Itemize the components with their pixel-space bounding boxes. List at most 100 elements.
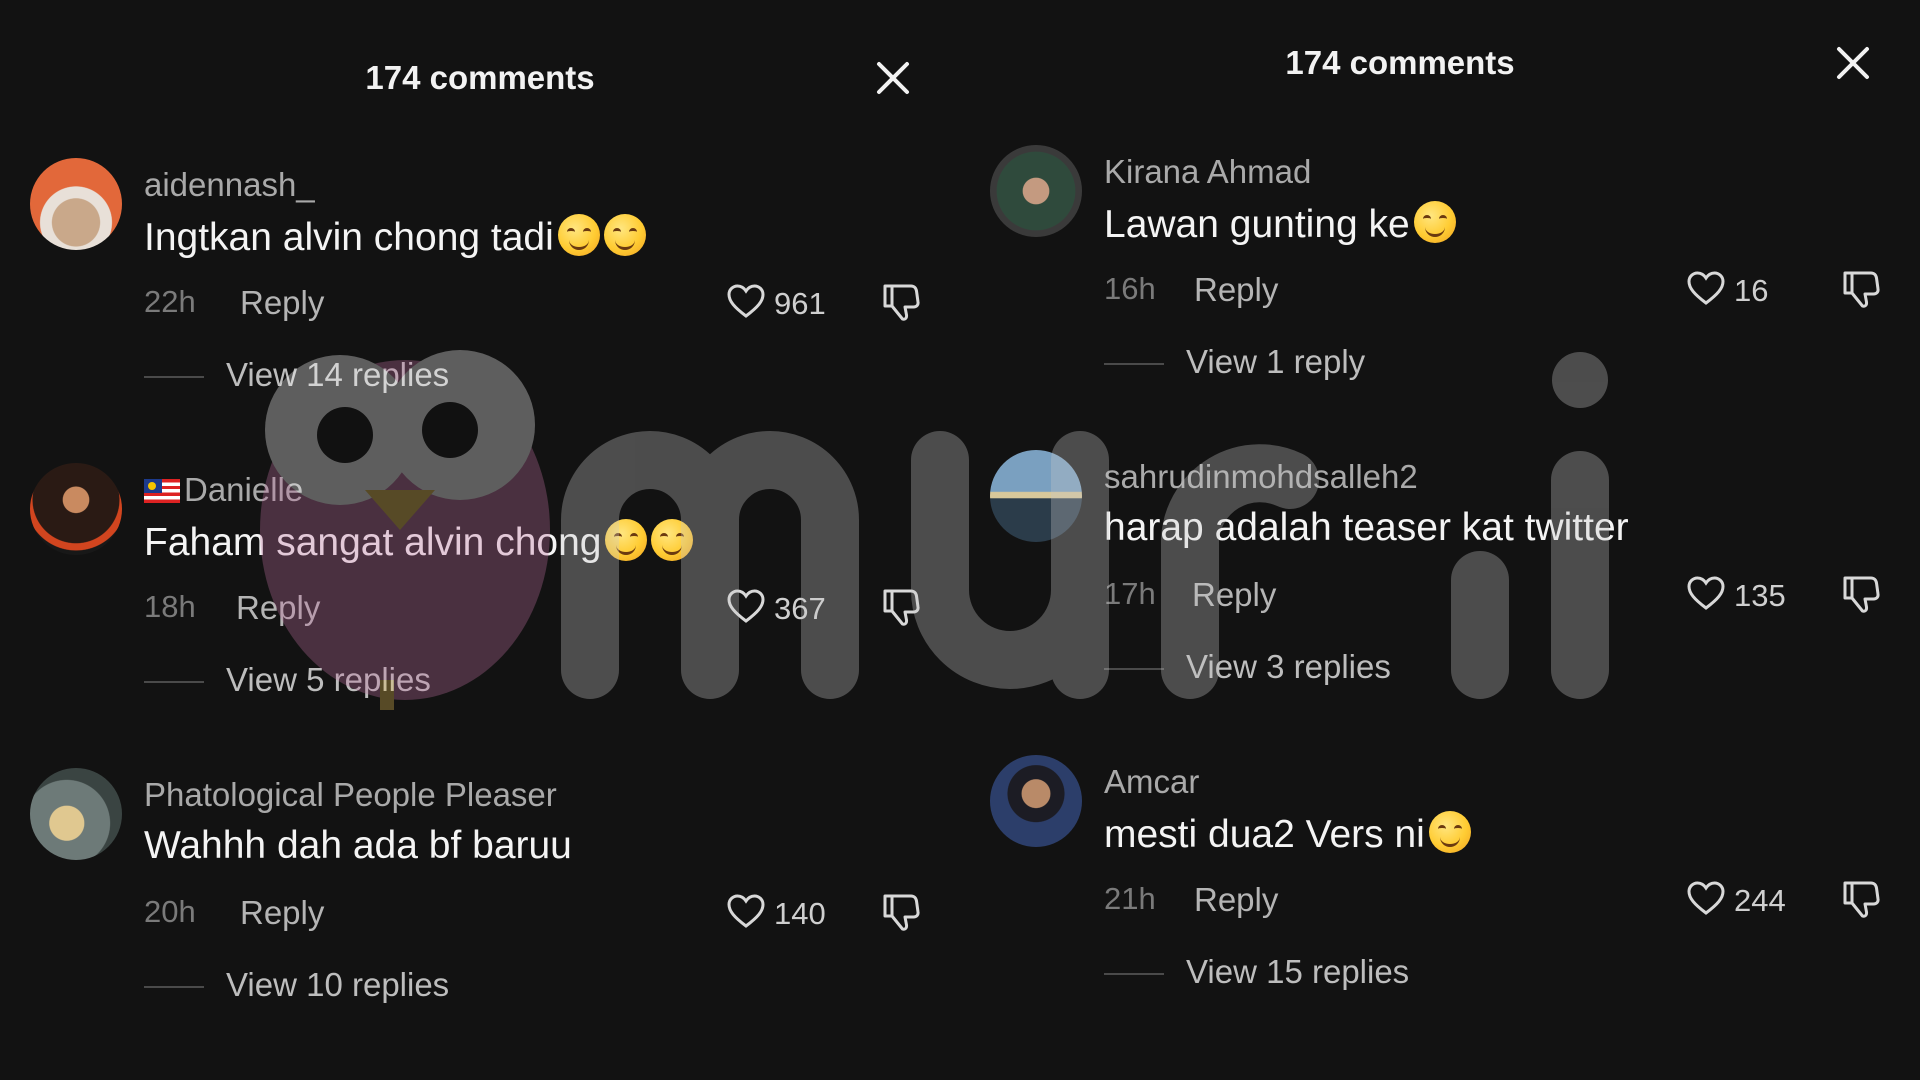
comments-header: 174 comments xyxy=(0,48,960,108)
replies-divider xyxy=(144,986,204,988)
comment-text: Wahhh dah ada bf baruu xyxy=(144,824,572,867)
comment-text: harap adalah teaser kat twitter xyxy=(1104,506,1629,549)
view-replies-label: View 5 replies xyxy=(226,661,431,698)
reply-button[interactable]: Reply xyxy=(236,589,320,627)
replies-divider xyxy=(1104,363,1164,365)
relieved-emoji xyxy=(1428,811,1471,853)
close-button[interactable] xyxy=(1833,43,1873,83)
smile-emoji xyxy=(605,519,648,561)
heart-icon xyxy=(727,589,765,623)
dislike-button[interactable] xyxy=(1840,267,1882,311)
comment-timestamp: 21h xyxy=(1104,881,1156,916)
comment-timestamp: 20h xyxy=(144,894,196,929)
thumbs-down-icon xyxy=(883,589,920,626)
comment-text: Faham sangat alvin chong xyxy=(144,519,694,565)
like-count: 140 xyxy=(774,896,826,931)
view-replies-button[interactable]: View 5 replies xyxy=(144,661,644,701)
replies-divider xyxy=(1104,973,1164,975)
reply-button[interactable]: Reply xyxy=(240,894,324,932)
heart-icon xyxy=(1687,576,1725,610)
comment-username[interactable]: aidennash_ xyxy=(144,166,315,204)
view-replies-label: View 15 replies xyxy=(1186,953,1410,990)
thumbs-down-icon xyxy=(883,284,920,321)
comment-username[interactable]: sahrudinmohdsalleh2 xyxy=(1104,458,1418,496)
like-button[interactable]: 244 xyxy=(1686,877,1796,921)
heart-icon xyxy=(727,284,765,318)
close-icon xyxy=(1837,47,1869,79)
view-replies-button[interactable]: View 14 replies xyxy=(144,356,644,396)
malaysia-flag-icon xyxy=(144,479,180,503)
comments-panel-left: 174 comments aidennash_ Ingtkan alvin ch… xyxy=(0,0,960,1080)
like-button[interactable]: 135 xyxy=(1686,572,1796,616)
rofl-emoji xyxy=(1413,201,1456,243)
view-replies-button[interactable]: View 10 replies xyxy=(144,966,644,1006)
like-button[interactable]: 16 xyxy=(1686,267,1796,311)
reply-button[interactable]: Reply xyxy=(240,284,324,322)
view-replies-button[interactable]: View 1 reply xyxy=(1104,343,1604,383)
comment-username[interactable]: Kirana Ahmad xyxy=(1104,153,1311,191)
comment-item: Phatological People Pleaser Wahhh dah ad… xyxy=(0,768,960,1038)
comment-timestamp: 18h xyxy=(144,589,196,624)
comment-item: Amcar mesti dua2 Vers ni 21h Reply 244 V… xyxy=(960,755,1920,1025)
dislike-button[interactable] xyxy=(880,890,922,934)
comment-meta: 22h Reply 961 xyxy=(144,280,934,324)
comment-timestamp: 22h xyxy=(144,284,196,319)
avatar[interactable] xyxy=(990,755,1082,847)
close-button[interactable] xyxy=(873,58,913,98)
thumbs-down-icon xyxy=(1843,271,1880,308)
reply-button[interactable]: Reply xyxy=(1192,576,1276,614)
avatar[interactable] xyxy=(30,158,122,250)
comment-meta: 21h Reply 244 xyxy=(1104,877,1894,921)
comment-username[interactable]: Danielle xyxy=(144,471,303,509)
comment-meta: 16h Reply 16 xyxy=(1104,267,1894,311)
joy-emoji xyxy=(557,214,600,256)
comment-text: Ingtkan alvin chong tadi xyxy=(144,214,646,260)
like-button[interactable]: 367 xyxy=(726,585,836,629)
comment-item: Kirana Ahmad Lawan gunting ke 16h Reply … xyxy=(960,145,1920,415)
view-replies-label: View 1 reply xyxy=(1186,343,1366,380)
avatar[interactable] xyxy=(30,463,122,555)
dislike-button[interactable] xyxy=(1840,572,1882,616)
dislike-button[interactable] xyxy=(1840,877,1882,921)
joy-emoji xyxy=(603,214,646,256)
view-replies-button[interactable]: View 15 replies xyxy=(1104,953,1604,993)
heart-icon xyxy=(727,894,765,928)
thumbs-down-icon xyxy=(1843,881,1880,918)
comment-meta: 20h Reply 140 xyxy=(144,890,934,934)
like-count: 244 xyxy=(1734,883,1786,918)
reply-button[interactable]: Reply xyxy=(1194,271,1278,309)
comment-timestamp: 17h xyxy=(1104,576,1156,611)
avatar[interactable] xyxy=(990,450,1082,542)
close-icon xyxy=(877,62,909,94)
comments-count-title: 174 comments xyxy=(1285,44,1515,81)
heart-icon xyxy=(1687,881,1725,915)
like-count: 367 xyxy=(774,591,826,626)
like-count: 961 xyxy=(774,286,826,321)
comment-item: Danielle Faham sangat alvin chong 18h Re… xyxy=(0,463,960,733)
comment-text: mesti dua2 Vers ni xyxy=(1104,811,1471,857)
comments-panel-right: 174 comments Kirana Ahmad Lawan gunting … xyxy=(960,0,1920,1080)
comments-header: 174 comments xyxy=(960,33,1920,93)
dislike-button[interactable] xyxy=(880,280,922,324)
avatar[interactable] xyxy=(30,768,122,860)
comment-username[interactable]: Amcar xyxy=(1104,763,1199,801)
dislike-button[interactable] xyxy=(880,585,922,629)
replies-divider xyxy=(144,376,204,378)
replies-divider xyxy=(144,681,204,683)
like-count: 135 xyxy=(1734,578,1786,613)
reply-button[interactable]: Reply xyxy=(1194,881,1278,919)
comment-username[interactable]: Phatological People Pleaser xyxy=(144,776,557,814)
smile-emoji xyxy=(651,519,694,561)
view-replies-label: View 14 replies xyxy=(226,356,450,393)
heart-icon xyxy=(1687,271,1725,305)
view-replies-label: View 3 replies xyxy=(1186,648,1391,685)
thumbs-down-icon xyxy=(883,894,920,931)
view-replies-button[interactable]: View 3 replies xyxy=(1104,648,1604,688)
comment-text: Lawan gunting ke xyxy=(1104,201,1456,247)
avatar[interactable] xyxy=(990,145,1082,237)
like-button[interactable]: 961 xyxy=(726,280,836,324)
like-button[interactable]: 140 xyxy=(726,890,836,934)
comment-meta: 17h Reply 135 xyxy=(1104,572,1894,616)
comments-count-title: 174 comments xyxy=(365,59,595,96)
comment-item: aidennash_ Ingtkan alvin chong tadi 22h … xyxy=(0,158,960,428)
